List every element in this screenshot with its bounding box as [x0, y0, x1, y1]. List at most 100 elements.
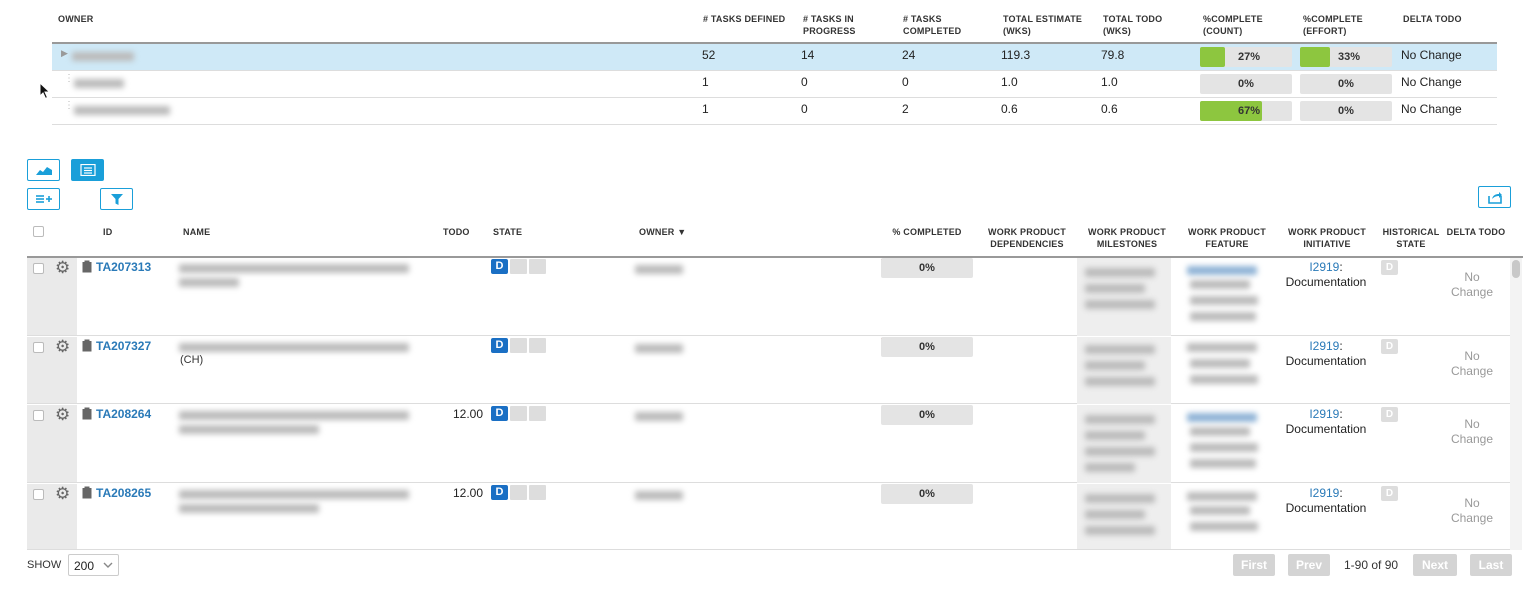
mouse-cursor-icon	[39, 82, 51, 100]
col-owner-sorted[interactable]: OWNER ▼	[639, 226, 686, 238]
chart-view-button[interactable]	[27, 159, 60, 181]
gear-icon[interactable]: ⚙	[55, 484, 70, 504]
first-page-button[interactable]: First	[1233, 554, 1275, 576]
tasks-completed: 24	[902, 48, 916, 62]
iteration-summary-table: OWNER # TASKS DEFINED # TASKS IN PROGRES…	[0, 0, 1536, 130]
state-completed[interactable]	[529, 338, 546, 353]
col-todo[interactable]: TODO	[443, 226, 470, 238]
select-all-checkbox[interactable]	[33, 226, 44, 237]
add-rows-button[interactable]	[27, 188, 60, 210]
initiative-link[interactable]: I2919	[1309, 260, 1339, 274]
col-tasks-defined[interactable]: # TASKS DEFINED	[703, 13, 793, 25]
filter-button[interactable]	[100, 188, 133, 210]
gear-icon[interactable]: ⚙	[55, 405, 70, 425]
col-tasks-completed[interactable]: # TASKS COMPLETED	[903, 13, 973, 37]
col-pct-complete-effort[interactable]: %COMPLETE (EFFORT)	[1303, 13, 1373, 37]
list-view-button[interactable]	[71, 159, 104, 181]
task-name-redacted	[179, 278, 239, 287]
pct-count-label: 67%	[1238, 105, 1261, 117]
state-defined[interactable]: D	[491, 259, 508, 274]
initiative-link[interactable]: I2919	[1309, 407, 1339, 421]
initiative-separator: :	[1339, 260, 1343, 274]
state-in-progress[interactable]	[510, 485, 527, 500]
col-historical-state[interactable]: HISTORICAL STATE	[1377, 226, 1445, 250]
todo-value: 12.00	[453, 407, 484, 421]
tasks-in-progress: 0	[801, 102, 808, 116]
state-completed[interactable]	[529, 485, 546, 500]
initiative-link[interactable]: I2919	[1309, 486, 1339, 500]
clipboard-icon[interactable]	[82, 260, 92, 273]
clipboard-icon[interactable]	[82, 486, 92, 499]
summary-row[interactable]: ⋮ 1 0 2 0.6 0.6 67% 0% No Change	[52, 98, 1497, 125]
task-id-link[interactable]: TA208265	[96, 486, 151, 500]
total-todo: 1.0	[1101, 75, 1118, 89]
col-delta-todo[interactable]: DELTA TODO	[1445, 226, 1507, 238]
col-wp-dependencies[interactable]: WORK PRODUCT DEPENDENCIES	[977, 226, 1077, 250]
table-row[interactable]: ⚙ TA207327 (CH) D 0% I2919: Documentatio…	[27, 337, 1510, 404]
next-page-button[interactable]: Next	[1413, 554, 1457, 576]
col-id[interactable]: ID	[103, 226, 112, 238]
task-id-link[interactable]: TA207327	[96, 339, 151, 353]
delta-todo: No Change	[1450, 417, 1494, 446]
milestones-cell	[1077, 405, 1171, 483]
summary-row[interactable]: ▶ 52 14 24 119.3 79.8 27% 33% No Change	[52, 44, 1497, 71]
tasks-completed: 0	[902, 75, 909, 89]
page-range: 1-90 of 90	[1344, 558, 1399, 572]
pct-effort-label: 33%	[1338, 51, 1361, 63]
col-wp-feature[interactable]: WORK PRODUCT FEATURE	[1177, 226, 1277, 250]
tasks-in-progress: 0	[801, 75, 808, 89]
total-estimate: 119.3	[1001, 48, 1031, 62]
pct-completed: 0%	[881, 337, 973, 357]
col-wp-initiative[interactable]: WORK PRODUCT INITIATIVE	[1277, 226, 1377, 250]
tasks-completed: 2	[902, 102, 909, 116]
pct-effort-fill	[1300, 47, 1331, 67]
initiative-link[interactable]: I2919	[1309, 339, 1339, 353]
pct-effort-label: 0%	[1338, 78, 1354, 90]
gear-icon[interactable]: ⚙	[55, 258, 70, 278]
scrollbar-thumb[interactable]	[1512, 260, 1520, 278]
state-in-progress[interactable]	[510, 338, 527, 353]
gear-icon[interactable]: ⚙	[55, 337, 70, 357]
state-in-progress[interactable]	[510, 259, 527, 274]
table-row[interactable]: ⚙ TA208265 12.00 D 0% I2919: Documentati…	[27, 484, 1510, 550]
col-name[interactable]: NAME	[183, 226, 210, 238]
task-id-link[interactable]: TA207313	[96, 260, 151, 274]
row-checkbox[interactable]	[33, 342, 44, 353]
pct-completed: 0%	[881, 405, 973, 425]
grid-scrollbar[interactable]	[1510, 258, 1522, 550]
state-in-progress[interactable]	[510, 406, 527, 421]
state-defined[interactable]: D	[491, 406, 508, 421]
col-delta-todo[interactable]: DELTA TODO	[1403, 13, 1462, 25]
table-row[interactable]: ⚙ TA208264 12.00 D 0% I2919: Documentati…	[27, 405, 1510, 483]
state-completed[interactable]	[529, 406, 546, 421]
task-grid-header: ID NAME TODO STATE OWNER ▼ % COMPLETED W…	[27, 220, 1523, 258]
prev-page-button[interactable]: Prev	[1288, 554, 1330, 576]
col-pct-completed[interactable]: % COMPLETED	[881, 226, 973, 238]
expand-caret-icon[interactable]: ▶	[61, 48, 68, 59]
clipboard-icon[interactable]	[82, 407, 92, 420]
page-size-select[interactable]: 200	[68, 554, 119, 576]
state-defined[interactable]: D	[491, 485, 508, 500]
col-total-todo[interactable]: TOTAL TODO (WKS)	[1103, 13, 1163, 37]
last-page-button[interactable]: Last	[1470, 554, 1512, 576]
tasks-in-progress: 14	[801, 48, 815, 62]
col-total-estimate[interactable]: TOTAL ESTIMATE (WKS)	[1003, 13, 1093, 37]
clipboard-icon[interactable]	[82, 339, 92, 352]
col-state[interactable]: STATE	[493, 226, 522, 238]
initiative-cell: I2919: Documentation	[1280, 486, 1372, 516]
state-completed[interactable]	[529, 259, 546, 274]
col-owner[interactable]: OWNER	[58, 13, 94, 25]
col-pct-complete-count[interactable]: %COMPLETE (COUNT)	[1203, 13, 1273, 37]
row-checkbox[interactable]	[33, 263, 44, 274]
export-button[interactable]	[1478, 186, 1511, 208]
col-wp-milestones[interactable]: WORK PRODUCT MILESTONES	[1077, 226, 1177, 250]
row-checkbox[interactable]	[33, 489, 44, 500]
state-defined[interactable]: D	[491, 338, 508, 353]
task-id-link[interactable]: TA208264	[96, 407, 151, 421]
col-tasks-in-progress[interactable]: # TASKS IN PROGRESS	[803, 13, 878, 37]
row-checkbox[interactable]	[33, 410, 44, 421]
summary-row[interactable]: ⋮ 1 0 0 1.0 1.0 0% 0% No Change	[52, 71, 1497, 98]
owner-name-redacted	[72, 52, 134, 61]
initiative-name: Documentation	[1285, 422, 1367, 436]
table-row[interactable]: ⚙ TA207313 D 0% I2919: Documentation D N…	[27, 258, 1510, 336]
